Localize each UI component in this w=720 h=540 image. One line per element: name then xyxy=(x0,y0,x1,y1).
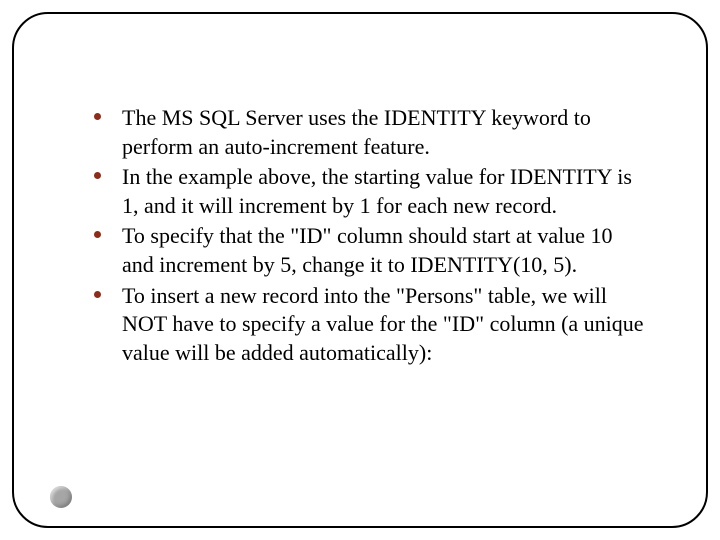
bullet-icon xyxy=(94,291,101,298)
bullet-text: The MS SQL Server uses the IDENTITY keyw… xyxy=(122,105,591,159)
list-item: The MS SQL Server uses the IDENTITY keyw… xyxy=(94,104,646,161)
bullet-text: To insert a new record into the "Persons… xyxy=(122,283,644,365)
bullet-icon xyxy=(94,231,101,238)
bullet-text: To specify that the "ID" column should s… xyxy=(122,223,613,277)
bullet-icon xyxy=(94,172,101,179)
bullet-list: The MS SQL Server uses the IDENTITY keyw… xyxy=(94,104,646,367)
list-item: In the example above, the starting value… xyxy=(94,163,646,220)
list-item: To insert a new record into the "Persons… xyxy=(94,282,646,368)
page-number-badge xyxy=(50,486,72,508)
bullet-icon xyxy=(94,113,101,120)
slide-frame: The MS SQL Server uses the IDENTITY keyw… xyxy=(12,12,708,528)
list-item: To specify that the "ID" column should s… xyxy=(94,222,646,279)
bullet-text: In the example above, the starting value… xyxy=(122,164,632,218)
